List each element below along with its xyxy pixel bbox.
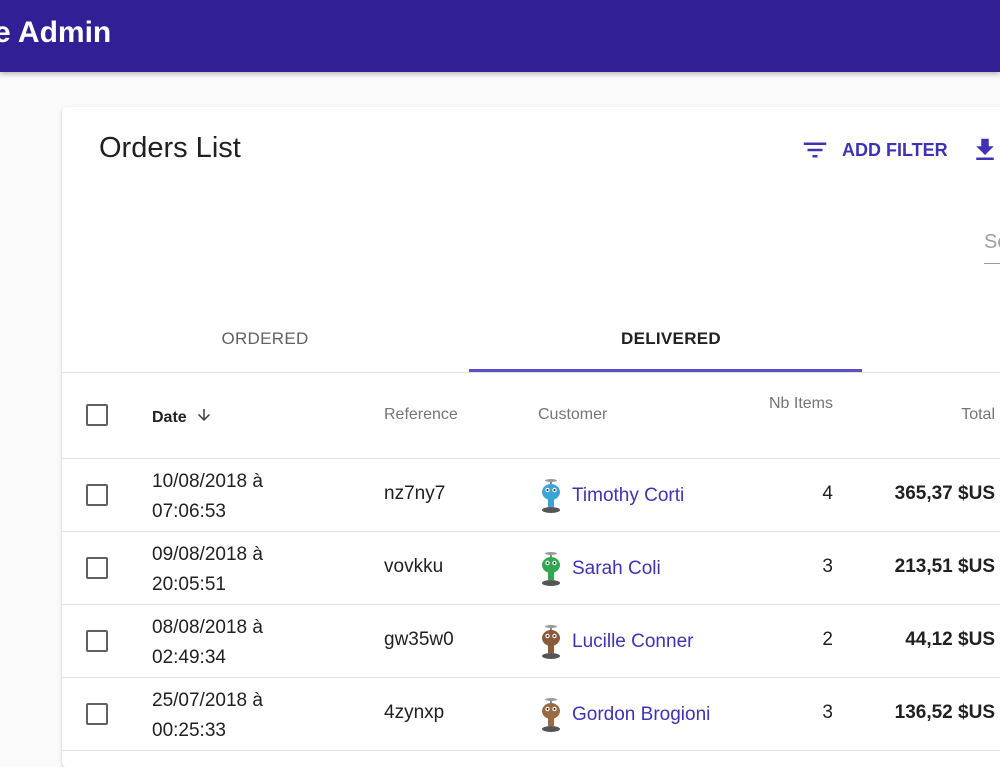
- order-nb-items: 2: [822, 629, 833, 650]
- column-header-total[interactable]: Total: [922, 406, 995, 424]
- column-header-customer[interactable]: Customer: [538, 406, 607, 424]
- order-total: 44,12 $US: [905, 629, 995, 650]
- customer-link[interactable]: Lucille Conner: [572, 631, 693, 653]
- column-header-reference[interactable]: Reference: [384, 406, 458, 424]
- add-filter-label: ADD FILTER: [842, 139, 948, 160]
- order-date: 09/08/2018 à 20:05:51: [152, 544, 263, 595]
- table-header: Date Reference Customer Nb Items Total: [62, 373, 1000, 459]
- app-bar: e Admin: [0, 0, 1000, 72]
- column-header-date-label: Date: [152, 408, 187, 426]
- search-input[interactable]: Se: [984, 231, 1000, 254]
- app-title: e Admin: [0, 16, 112, 49]
- order-customer: Sarah Coli: [538, 551, 661, 587]
- row-checkbox[interactable]: [86, 630, 108, 652]
- order-date: 10/08/2018 à 07:06:53: [152, 471, 263, 522]
- column-header-date[interactable]: Date: [152, 406, 213, 429]
- customer-link[interactable]: Gordon Brogioni: [572, 704, 710, 726]
- table-row[interactable]: 08/08/2018 à 02:49:34 gw35w0 Lucille Con…: [62, 605, 1000, 678]
- order-total: 365,37 $US: [894, 483, 995, 504]
- row-checkbox[interactable]: [86, 557, 108, 579]
- row-checkbox[interactable]: [86, 484, 108, 506]
- order-customer: Gordon Brogioni: [538, 697, 710, 733]
- brown-robot-avatar-icon: [542, 698, 560, 732]
- export-button[interactable]: [970, 135, 1000, 165]
- order-nb-items: 3: [822, 702, 833, 723]
- order-nb-items: 4: [822, 483, 833, 504]
- order-total: 213,51 $US: [894, 556, 995, 577]
- column-header-nb-items[interactable]: Nb Items: [757, 394, 833, 414]
- order-customer: Lucille Conner: [538, 624, 693, 660]
- filter-icon: [800, 135, 830, 165]
- tab-delivered[interactable]: DELIVERED: [468, 306, 874, 372]
- row-checkbox[interactable]: [86, 703, 108, 725]
- order-nb-items: 3: [822, 556, 833, 577]
- order-total: 136,52 $US: [894, 702, 995, 723]
- order-date: 25/07/2018 à 00:25:33: [152, 690, 263, 741]
- order-reference: 4zynxp: [384, 702, 445, 723]
- page-title: Orders List: [99, 132, 241, 164]
- add-filter-button[interactable]: ADD FILTER: [800, 135, 948, 165]
- table-row[interactable]: 09/08/2018 à 20:05:51 vovkku Sarah Coli …: [62, 532, 1000, 605]
- order-reference: gw35w0: [384, 629, 454, 650]
- green-robot-avatar-icon: [542, 552, 560, 586]
- search-input-underline: [984, 263, 1000, 264]
- arrow-down-icon: [195, 406, 213, 429]
- order-date: 08/08/2018 à 02:49:34: [152, 617, 263, 668]
- order-customer: Timothy Corti: [538, 478, 684, 514]
- order-reference: vovkku: [384, 556, 444, 577]
- brown-robot-avatar-icon: [542, 625, 560, 659]
- orders-list-card: Orders List ADD FILTER Se ORDERED DELIVE…: [62, 107, 1000, 767]
- customer-link[interactable]: Sarah Coli: [572, 558, 661, 580]
- select-all-checkbox[interactable]: [86, 404, 108, 426]
- table-row[interactable]: 10/08/2018 à 07:06:53 nz7ny7 Timothy Cor…: [62, 459, 1000, 532]
- blue-robot-avatar-icon: [542, 479, 560, 513]
- order-reference: nz7ny7: [384, 483, 446, 504]
- download-icon: [970, 135, 1000, 165]
- tab-ordered[interactable]: ORDERED: [62, 306, 468, 372]
- customer-link[interactable]: Timothy Corti: [572, 485, 684, 507]
- table-row[interactable]: 25/07/2018 à 00:25:33 4zynxp Gordon Brog…: [62, 678, 1000, 751]
